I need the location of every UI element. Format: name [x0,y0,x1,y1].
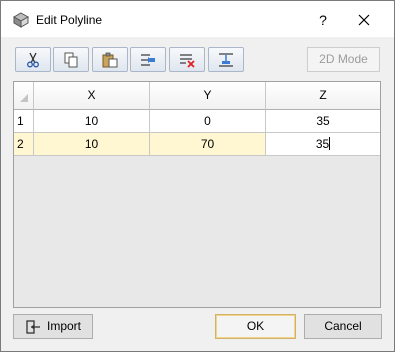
cell-z[interactable]: 35 [266,110,380,133]
close-button[interactable] [351,9,377,31]
cell-z-value: 35 [315,137,330,151]
paste-icon [102,52,118,68]
select-all-corner[interactable] [14,82,34,110]
2d-mode-button[interactable]: 2D Mode [307,47,380,72]
cell-y[interactable]: 70 [150,133,266,156]
cell-x[interactable]: 10 [34,110,150,133]
append-row-icon [219,53,233,67]
delete-row-icon [180,54,195,68]
insert-row-icon [141,54,155,66]
help-button[interactable]: ? [310,9,336,31]
cancel-button[interactable]: Cancel [304,314,382,339]
cell-y[interactable]: 0 [150,110,266,133]
polyline-table: X Y Z 1 10 0 35 2 10 70 35 [13,81,381,308]
corner-triangle-icon [20,94,28,102]
cell-z-editor[interactable]: 35 [266,133,380,156]
copy-button[interactable] [53,47,89,72]
delete-row-button[interactable] [169,47,205,72]
import-button[interactable]: Import [13,314,93,339]
column-header-x[interactable]: X [34,82,150,110]
polyline-app-icon [13,12,29,28]
column-header-y[interactable]: Y [150,82,266,110]
title-bar: Edit Polyline ? [1,1,394,37]
column-header-z[interactable]: Z [266,82,380,110]
import-label: Import [47,319,82,333]
scissors-icon [27,52,39,68]
insert-row-button[interactable] [130,47,166,72]
text-caret [329,137,331,150]
append-row-button[interactable] [208,47,244,72]
window-title: Edit Polyline [36,13,103,27]
import-icon [26,320,40,334]
edit-polyline-dialog: Edit Polyline ? 2D Mode X Y Z 1 10 0 35 … [0,0,395,352]
row-number[interactable]: 2 [14,133,34,156]
row-number[interactable]: 1 [14,110,34,133]
copy-icon [64,52,78,68]
close-icon [358,14,370,26]
paste-button[interactable] [92,47,128,72]
ok-button[interactable]: OK [215,314,296,339]
cut-button[interactable] [15,47,51,72]
cell-x[interactable]: 10 [34,133,150,156]
